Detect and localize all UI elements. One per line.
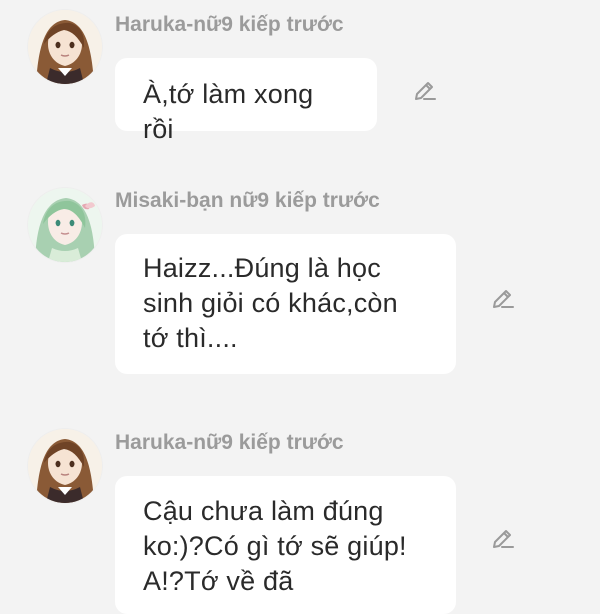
message-line: À,tớ làm xong rồi bbox=[143, 79, 314, 144]
message-line: sinh giỏi có khác,còn bbox=[143, 288, 398, 318]
message-line: A!?Tớ về đã bbox=[143, 566, 294, 596]
edit-message-button[interactable] bbox=[489, 522, 517, 550]
message-bubble[interactable]: Cậu chưa làm đúng ko:)?Có gì tớ sẽ giúp!… bbox=[115, 476, 456, 614]
message-line: Cậu chưa làm đúng bbox=[143, 496, 384, 526]
pencil-edit-icon bbox=[493, 530, 514, 548]
message-line: tớ thì.... bbox=[143, 323, 238, 353]
message-group: Haruka-nữ9 kiếp trước À,tớ làm xong rồi bbox=[0, 0, 600, 170]
sender-name: Haruka-nữ9 kiếp trước bbox=[115, 431, 344, 454]
girl-brown-hair-avatar-icon bbox=[28, 429, 102, 503]
message-line: Haizz...Đúng là học bbox=[143, 253, 381, 283]
sender-avatar[interactable] bbox=[28, 188, 102, 262]
sender-avatar[interactable] bbox=[28, 429, 102, 503]
sender-name: Misaki-bạn nữ9 kiếp trước bbox=[115, 189, 380, 212]
pencil-edit-icon bbox=[493, 290, 514, 308]
edit-message-button[interactable] bbox=[489, 282, 517, 310]
pencil-edit-icon bbox=[415, 82, 436, 100]
girl-brown-hair-avatar-icon bbox=[28, 10, 102, 84]
girl-green-hair-avatar-icon bbox=[28, 188, 102, 262]
edit-message-button[interactable] bbox=[411, 74, 439, 102]
message-bubble[interactable]: À,tớ làm xong rồi bbox=[115, 58, 377, 144]
message-line: ko:)?Có gì tớ sẽ giúp! bbox=[143, 531, 407, 561]
message-bubble[interactable]: Haizz...Đúng là học sinh giỏi có khác,cò… bbox=[115, 234, 456, 374]
sender-name: Haruka-nữ9 kiếp trước bbox=[115, 13, 344, 36]
message-group: Haruka-nữ9 kiếp trước Cậu chưa làm đúng … bbox=[0, 418, 600, 614]
sender-avatar[interactable] bbox=[28, 10, 102, 84]
chat-thread: Haruka-nữ9 kiếp trước À,tớ làm xong rồi bbox=[0, 0, 600, 614]
message-group: Misaki-bạn nữ9 kiếp trước Haizz...Đúng l… bbox=[0, 176, 600, 396]
